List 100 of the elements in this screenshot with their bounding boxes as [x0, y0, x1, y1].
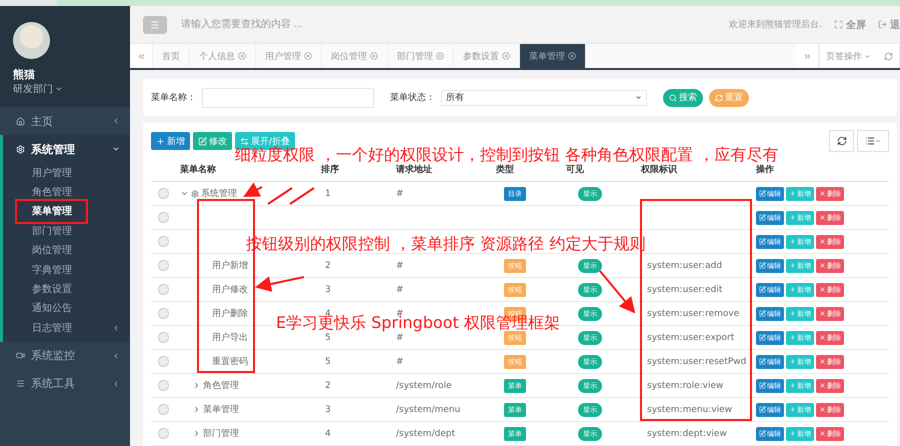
column-header: 操作	[756, 165, 775, 176]
arrow	[243, 182, 262, 197]
row-radio[interactable]	[158, 260, 169, 271]
row-radio[interactable]	[158, 188, 169, 199]
menu-name: 用户导出	[211, 332, 248, 344]
page-tab[interactable]: 个人信息	[190, 44, 256, 68]
nav-subitem[interactable]: 岗位管理	[3, 240, 130, 260]
url-cell-text: #	[396, 188, 405, 198]
department-dropdown[interactable]: 研发部门	[13, 82, 130, 96]
row-radio[interactable]	[158, 332, 169, 343]
column-header: 可见	[566, 165, 585, 176]
logout-link[interactable]: 退	[878, 18, 900, 32]
page-tab[interactable]: 用户管理	[256, 44, 322, 68]
search-button[interactable]: 搜索	[663, 88, 703, 106]
annotation-text: 细粒度权限 ，一个好的权限设计，控制到按钮 各种角色权限配置 ，应有尽有	[235, 147, 778, 163]
edit-icon	[759, 310, 766, 317]
scroll-left-button[interactable]	[130, 44, 153, 68]
close-icon	[819, 382, 826, 389]
nav-subitem[interactable]: 字典管理	[3, 260, 130, 280]
plus-icon	[156, 136, 165, 146]
permission-cell-text: system:user:remove	[646, 308, 740, 318]
home-icon	[16, 116, 25, 126]
menu-name: 重置密码	[211, 356, 248, 368]
edit-icon	[198, 136, 207, 146]
swap-icon	[240, 136, 249, 146]
chevron-right-icon[interactable]	[192, 381, 201, 390]
leader-line	[289, 187, 315, 205]
row-radio[interactable]	[158, 212, 169, 223]
order-cell-text: 3	[324, 284, 332, 294]
nav-item[interactable]: 系统监控	[0, 342, 130, 370]
url-cell-text: /system/role	[396, 380, 453, 390]
row-radio[interactable]	[158, 356, 169, 367]
camera-icon	[16, 351, 25, 360]
nav-subitem[interactable]: 部门管理	[3, 221, 130, 241]
nav-subitem[interactable]: 参数设置	[3, 279, 130, 299]
order-cell-text: 1	[324, 188, 332, 198]
refresh-button[interactable]	[829, 130, 854, 152]
page-tab[interactable]: 岗位管理	[322, 44, 388, 68]
permission-cell-text: system:user:add	[646, 260, 724, 270]
double-chevron-right-icon	[802, 52, 812, 60]
close-icon[interactable]	[370, 52, 378, 60]
menu-name: 部门管理	[203, 428, 239, 440]
leader-line	[267, 187, 293, 205]
chevron-down-icon[interactable]	[180, 189, 189, 198]
row-radio[interactable]	[158, 308, 169, 319]
columns-button[interactable]	[857, 130, 889, 152]
page-tab[interactable]: 菜单管理	[520, 44, 586, 68]
order-cell-text: 5	[324, 332, 332, 342]
toolbar-button[interactable]: 新增	[151, 132, 190, 150]
row-radio[interactable]	[158, 236, 169, 247]
close-icon	[819, 334, 826, 341]
edit-icon	[759, 190, 766, 197]
row-radio[interactable]	[158, 428, 169, 439]
url-cell-text: #	[396, 308, 404, 318]
tab-actions-dropdown[interactable]: 页签操作	[819, 44, 877, 68]
nav-item[interactable]: 系统管理	[0, 135, 130, 163]
permission-cell-text: system:menu:view	[646, 404, 734, 414]
page-tab[interactable]: 部门管理	[388, 44, 454, 68]
menu-name-field[interactable]	[202, 88, 374, 108]
chevron-right-icon[interactable]	[192, 429, 201, 438]
search-icon	[669, 94, 677, 102]
menu-name: 系统管理	[201, 188, 237, 200]
close-icon[interactable]	[568, 52, 576, 60]
fullscreen-link[interactable]: 全屏	[834, 18, 866, 32]
status-select[interactable]: 所有	[441, 90, 647, 106]
plus-icon	[789, 190, 796, 197]
search-field[interactable]: 请输入您需要查找的内容 ...	[179, 18, 718, 31]
nav-subitem[interactable]: 菜单管理	[3, 202, 130, 222]
nav-subitem[interactable]: 通知公告	[3, 298, 130, 318]
row-radio[interactable]	[158, 404, 169, 415]
nav-item[interactable]: 系统工具	[0, 370, 130, 398]
permission-cell-text: system:user:resetPwd	[646, 356, 748, 366]
close-icon[interactable]	[304, 52, 312, 60]
nav-subitem[interactable]: 角色管理	[3, 182, 130, 202]
plus-icon	[789, 238, 796, 245]
column-header: 排序	[321, 165, 340, 176]
url-cell-text: #	[396, 260, 405, 270]
menu-name: 用户新增	[211, 260, 248, 272]
nav-subitem[interactable]: 用户管理	[3, 163, 130, 182]
edit-icon	[759, 382, 766, 389]
row-radio[interactable]	[158, 284, 169, 295]
menu-toggle-button[interactable]	[143, 16, 167, 34]
toolbar-button[interactable]: 修改	[193, 132, 232, 150]
menu-icon	[16, 379, 25, 388]
chevron-right-icon[interactable]	[192, 405, 201, 414]
page-tab[interactable]: 首页	[153, 44, 190, 68]
menu-name: 角色管理	[203, 380, 239, 392]
row-radio[interactable]	[158, 380, 169, 391]
scroll-right-button[interactable]	[796, 44, 819, 68]
close-icon[interactable]	[436, 52, 444, 60]
close-icon[interactable]	[502, 52, 510, 60]
close-icon[interactable]	[238, 52, 246, 60]
nav-item[interactable]: 主页	[0, 107, 130, 135]
reset-button[interactable]: 重置	[709, 88, 749, 106]
permission-cell-text: system:user:export	[646, 332, 736, 342]
close-icon	[819, 286, 826, 293]
caret-icon	[635, 94, 642, 101]
nav-subitem[interactable]: 日志管理	[3, 318, 130, 338]
close-icon	[819, 190, 826, 197]
url-cell-text: #	[396, 332, 405, 342]
